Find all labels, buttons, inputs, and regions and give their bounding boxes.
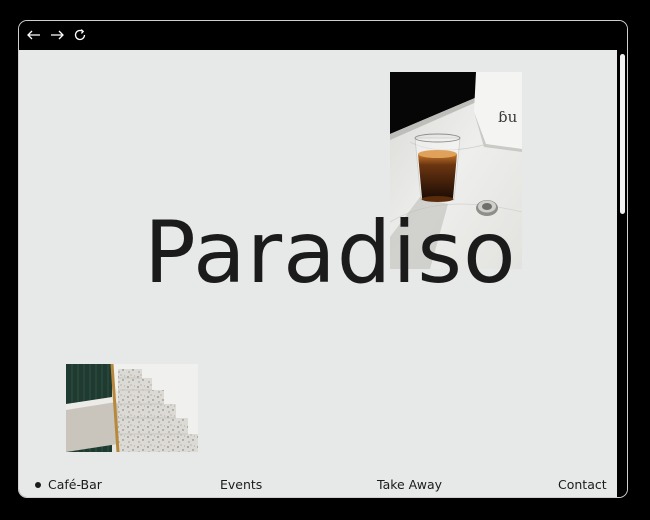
browser-window: ɓu Paradiso Café-Bar Events Take Away Co…	[18, 20, 628, 498]
hero-title: Paradiso	[144, 203, 517, 303]
active-indicator-dot	[35, 482, 41, 488]
staircase-photo	[66, 364, 198, 452]
nav-item-contact[interactable]: Contact	[558, 476, 607, 494]
reload-icon	[74, 29, 86, 41]
nav-item-events[interactable]: Events	[220, 476, 262, 494]
nav-item-cafe-bar[interactable]: Café-Bar	[48, 476, 102, 494]
browser-toolbar	[19, 21, 627, 50]
svg-text:ɓu: ɓu	[498, 108, 518, 126]
back-button[interactable]	[25, 26, 43, 44]
nav-item-take-away[interactable]: Take Away	[377, 476, 442, 494]
arrow-left-icon	[27, 30, 40, 40]
page-viewport: ɓu Paradiso Café-Bar Events Take Away Co…	[19, 50, 617, 497]
reload-button[interactable]	[71, 26, 89, 44]
forward-button[interactable]	[48, 26, 66, 44]
scrollbar-thumb[interactable]	[620, 54, 625, 214]
arrow-right-icon	[51, 30, 64, 40]
main-navigation: Café-Bar Events Take Away Contact	[19, 476, 617, 494]
vertical-scrollbar[interactable]	[617, 50, 627, 497]
